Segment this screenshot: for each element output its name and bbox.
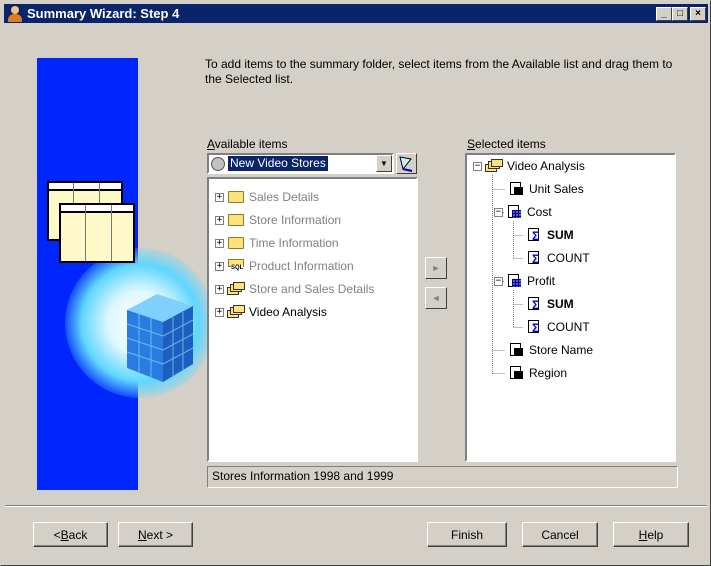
collapse-minus-icon[interactable]: −	[494, 276, 503, 286]
folder-icon	[228, 237, 244, 249]
maximize-button[interactable]: □	[672, 6, 688, 21]
tree-item-label: Sales Details	[249, 190, 320, 204]
title-bar[interactable]: Summary Wizard: Step 4 _ □ ×	[4, 4, 708, 23]
summary-wizard-window: Summary Wizard: Step 4 _ □ × To add item…	[0, 0, 711, 566]
measure-item-icon	[506, 204, 522, 220]
folder-stack-icon	[227, 305, 245, 319]
tree-item-label: Region	[529, 366, 568, 380]
collapse-minus-icon[interactable]: −	[473, 161, 482, 171]
sigma-icon: Σ	[526, 296, 542, 312]
tree-item-label: Video Analysis	[249, 305, 327, 319]
tree-item-label: Cost	[527, 205, 552, 219]
next-button[interactable]: Next >	[118, 522, 193, 547]
selected-item-profit-sum[interactable]: Σ SUM	[523, 295, 574, 313]
finish-button[interactable]: Finish	[427, 522, 507, 547]
sigma-icon: Σ	[526, 250, 542, 266]
window-title: Summary Wizard: Step 4	[27, 6, 180, 21]
table-card-icon	[59, 203, 135, 263]
folder-icon	[228, 191, 244, 203]
expand-plus-icon[interactable]: +	[215, 238, 224, 248]
selected-items-label: Selected items	[467, 137, 546, 151]
tree-item-label: COUNT	[547, 320, 590, 334]
cube-icon	[126, 294, 194, 382]
tree-item-time-information[interactable]: + Time Information	[215, 234, 339, 252]
folder-icon	[228, 214, 244, 226]
folder-stack-icon	[485, 159, 503, 173]
tree-item-label: Profit	[527, 274, 556, 288]
business-area-value: New Video Stores	[228, 156, 328, 171]
folder-description: Stores Information 1998 and 1999	[207, 466, 678, 488]
wand-button[interactable]	[396, 153, 417, 174]
expand-plus-icon[interactable]: +	[215, 284, 224, 294]
selected-item-cost-count[interactable]: Σ COUNT	[523, 249, 590, 267]
available-items-list[interactable]: + Sales Details + Store Information + Ti…	[207, 177, 418, 462]
wizard-client-area: To add items to the summary folder, sele…	[5, 25, 707, 563]
collapse-minus-icon[interactable]: −	[494, 207, 503, 217]
expand-plus-icon[interactable]: +	[215, 261, 224, 271]
expand-plus-icon[interactable]: +	[215, 215, 224, 225]
chevron-down-icon[interactable]: ▼	[376, 155, 392, 172]
selected-item-cost-sum[interactable]: Σ SUM	[523, 226, 574, 244]
dimension-item-icon	[508, 342, 524, 358]
selected-item-unit-sales[interactable]: Unit Sales	[505, 180, 584, 198]
tree-item-label: Unit Sales	[529, 182, 584, 196]
tree-item-label: SUM	[547, 297, 574, 311]
sql-folder-icon: SQL	[228, 259, 244, 273]
tree-item-store-and-sales-details[interactable]: + Store and Sales Details	[215, 280, 374, 298]
instructions-text: To add items to the summary folder, sele…	[205, 57, 673, 86]
close-button[interactable]: ×	[690, 6, 706, 21]
folder-stack-icon	[227, 282, 245, 296]
selected-item-profit[interactable]: − Profit	[494, 272, 555, 290]
expand-plus-icon[interactable]: +	[215, 192, 224, 202]
back-button[interactable]: < Back	[33, 522, 108, 547]
measure-item-icon	[506, 273, 522, 289]
selected-item-region[interactable]: Region	[505, 364, 567, 382]
tree-item-label: Time Information	[249, 236, 339, 250]
tree-item-label: Store Name	[529, 343, 594, 357]
business-area-combo[interactable]: New Video Stores ▼	[207, 153, 394, 174]
selected-items-list[interactable]: − Video Analysis Unit Sales − Cost Σ SUM…	[465, 153, 676, 462]
help-button[interactable]: Help	[613, 522, 689, 547]
wand-icon	[399, 156, 413, 172]
selected-item-profit-count[interactable]: Σ COUNT	[523, 318, 590, 336]
tree-item-label: Store and Sales Details	[249, 282, 375, 296]
wizard-person-icon	[7, 5, 23, 22]
selected-item-store-name[interactable]: Store Name	[505, 341, 593, 359]
tree-item-sales-details[interactable]: + Sales Details	[215, 188, 319, 206]
cancel-button[interactable]: Cancel	[522, 522, 598, 547]
remove-item-button[interactable]: ◄	[425, 287, 447, 309]
minimize-button[interactable]: _	[656, 6, 672, 21]
tree-item-label: Store Information	[249, 213, 342, 227]
tree-item-label: Video Analysis	[507, 159, 585, 173]
tree-item-label: SUM	[547, 228, 574, 242]
business-area-icon	[211, 156, 225, 171]
selected-item-cost[interactable]: − Cost	[494, 203, 552, 221]
sigma-icon: Σ	[526, 319, 542, 335]
tree-item-label: Product Information	[249, 259, 354, 273]
sigma-icon: Σ	[526, 227, 542, 243]
wizard-banner-image	[37, 58, 215, 490]
tree-item-label: COUNT	[547, 251, 590, 265]
add-item-button[interactable]: ►	[425, 257, 447, 279]
dimension-item-icon	[508, 365, 524, 381]
button-divider	[5, 505, 707, 507]
tree-item-store-information[interactable]: + Store Information	[215, 211, 341, 229]
tree-item-video-analysis[interactable]: + Video Analysis	[215, 303, 327, 321]
dimension-item-icon	[508, 181, 524, 197]
available-items-label: Available items	[207, 137, 288, 151]
expand-plus-icon[interactable]: +	[215, 307, 224, 317]
selected-root-video-analysis[interactable]: − Video Analysis	[473, 157, 585, 175]
tree-item-product-information[interactable]: + SQL Product Information	[215, 257, 354, 275]
